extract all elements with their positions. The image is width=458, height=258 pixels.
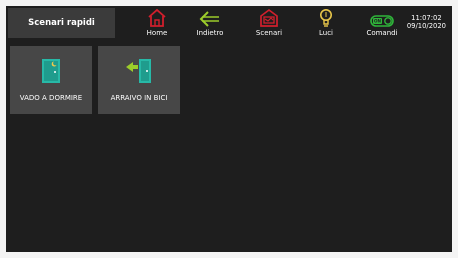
page-title: Scenari rapidi	[8, 8, 115, 38]
scenario-tile-arraivo-in-bici[interactable]: ARRAIVO IN BICI	[98, 46, 180, 114]
nav-back-label: Indietro	[196, 29, 224, 37]
tile-label-arraivo-in-bici: ARRAIVO IN BICI	[110, 94, 168, 102]
clock: 11:07:02 09/10/2020	[407, 14, 446, 30]
top-bar: Scenari rapidi Home Indietro Scenari Luc…	[6, 6, 452, 40]
nav-scenari-button[interactable]: Scenari	[244, 8, 294, 40]
nav-home-label: Home	[146, 29, 168, 37]
home-icon	[148, 8, 166, 28]
scenarios-icon	[259, 8, 279, 28]
nav-comandi-button[interactable]: ON Comandi	[357, 8, 407, 40]
clock-time: 11:07:02	[411, 14, 442, 22]
door-enter-icon	[125, 58, 153, 84]
screen: Scenari rapidi Home Indietro Scenari Luc…	[6, 6, 452, 252]
nav-comandi-label: Comandi	[366, 29, 398, 37]
nav-luci-button[interactable]: Luci	[301, 8, 351, 40]
nav-home-button[interactable]: Home	[132, 8, 182, 40]
door-moon-icon	[40, 58, 62, 84]
scenario-tile-vado-a-dormire[interactable]: VADO A DORMIRE	[10, 46, 92, 114]
nav-scenari-label: Scenari	[255, 29, 283, 37]
lightbulb-icon	[319, 8, 333, 28]
clock-date: 09/10/2020	[406, 22, 446, 30]
toggle-on-icon: ON	[370, 8, 394, 28]
toggle-on-badge: ON	[374, 19, 382, 24]
tile-label-vado-a-dormire: VADO A DORMIRE	[19, 94, 83, 102]
back-arrow-icon	[199, 8, 221, 28]
nav-luci-label: Luci	[318, 29, 333, 37]
nav-back-button[interactable]: Indietro	[185, 8, 235, 40]
